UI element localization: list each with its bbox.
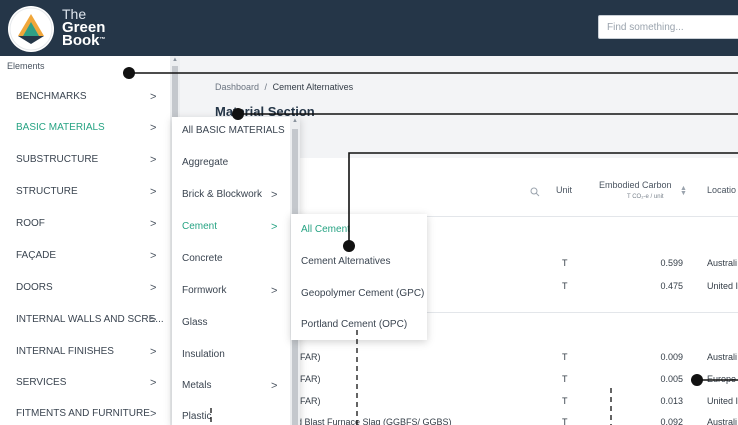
- sidebar-item-label: ROOF: [16, 218, 45, 229]
- sidebar-item-substructure[interactable]: SUBSTRUCTURE >: [0, 144, 170, 176]
- search-icon[interactable]: [530, 184, 540, 197]
- sidebar-item-benchmarks[interactable]: BENCHMARKS >: [0, 81, 170, 113]
- chevron-right-icon: >: [150, 218, 157, 230]
- sidebar-item-label: FAÇADE: [16, 250, 57, 261]
- row-unit: T: [562, 258, 568, 268]
- chevron-right-icon: >: [150, 154, 157, 166]
- cement-submenu: All Cement Cement Alternatives Geopolyme…: [291, 214, 427, 340]
- row-location: Australi: [707, 258, 738, 268]
- chevron-right-icon: >: [271, 189, 278, 201]
- row-name: (FAR): [297, 396, 321, 406]
- submenu-item-formwork[interactable]: Formwork: [182, 285, 226, 296]
- submenu-item-insulation[interactable]: Insulation: [182, 349, 225, 360]
- top-bar: The Green Book™ Find something...: [0, 0, 738, 56]
- logo-line-3: Book™: [62, 32, 106, 49]
- logo-trademark: ™: [99, 37, 106, 43]
- basic-materials-submenu: All BASIC MATERIALS Aggregate Brick & Bl…: [172, 117, 300, 425]
- sidebar-item-label: INTERNAL WALLS AND SCRE...: [16, 314, 164, 325]
- row-unit: T: [562, 352, 568, 362]
- sidebar-item-internal-finishes[interactable]: INTERNAL FINISHES >: [0, 336, 170, 368]
- sidebar-item-internal-walls[interactable]: INTERNAL WALLS AND SCRE... >: [0, 304, 170, 336]
- sidebar-item-label: FITMENTS AND FURNITURE: [16, 408, 150, 419]
- row-value: 0.009: [660, 352, 683, 362]
- row-value: 0.013: [660, 396, 683, 406]
- chevron-right-icon: >: [150, 408, 157, 420]
- sidebar-item-label: BENCHMARKS: [16, 91, 87, 102]
- chevron-right-icon: >: [150, 282, 157, 294]
- breadcrumb-separator: /: [264, 82, 268, 92]
- scroll-up-icon[interactable]: ▲: [172, 57, 178, 63]
- sidebar-item-roof[interactable]: ROOF >: [0, 208, 170, 240]
- submenu-item-all[interactable]: All BASIC MATERIALS: [182, 125, 285, 136]
- row-name: (FAR): [297, 352, 321, 362]
- row-location: Europe: [707, 374, 737, 384]
- logo-line-3-text: Book: [62, 32, 100, 49]
- search-input[interactable]: Find something...: [598, 15, 738, 39]
- breadcrumb-current: Cement Alternatives: [272, 82, 354, 92]
- chevron-right-icon: >: [150, 314, 157, 326]
- column-header-unit[interactable]: Unit: [556, 185, 572, 195]
- cement-item-portland[interactable]: Portland Cement (OPC): [301, 319, 407, 330]
- sidebar-item-label: SERVICES: [16, 377, 67, 388]
- sidebar-item-label: BASIC MATERIALS: [16, 122, 105, 133]
- chevron-right-icon: >: [271, 285, 278, 297]
- column-header-embodied-carbon[interactable]: Embodied Carbon: [599, 180, 672, 190]
- chevron-right-icon: >: [150, 346, 157, 358]
- row-name: (FAR): [297, 374, 321, 384]
- submenu-item-plastic[interactable]: Plastic: [182, 411, 211, 422]
- chevron-right-icon: >: [150, 250, 157, 262]
- column-header-location[interactable]: Locatio: [707, 185, 736, 195]
- chevron-right-icon: >: [150, 377, 157, 389]
- chevron-right-icon: >: [150, 186, 157, 198]
- chevron-right-icon: >: [271, 221, 278, 233]
- sidebar-item-label: SUBSTRUCTURE: [16, 154, 99, 165]
- row-name: d Blast Furnace Slag (GGBFS/ GGBS): [297, 417, 452, 425]
- row-unit: T: [562, 417, 568, 425]
- sidebar-heading: Elements: [7, 61, 45, 71]
- chevron-right-icon: >: [150, 91, 157, 103]
- sidebar-item-structure[interactable]: STRUCTURE >: [0, 176, 170, 208]
- row-value: 0.475: [660, 281, 683, 291]
- cement-item-all[interactable]: All Cement: [301, 224, 350, 235]
- row-location: United I: [707, 396, 738, 406]
- row-unit: T: [562, 281, 568, 291]
- sidebar-item-basic-materials[interactable]: BASIC MATERIALS >: [0, 112, 170, 144]
- submenu-item-aggregate[interactable]: Aggregate: [182, 157, 228, 168]
- sidebar-item-doors[interactable]: DOORS >: [0, 272, 170, 304]
- row-location: United I: [707, 281, 738, 291]
- cement-item-geopolymer[interactable]: Geopolymer Cement (GPC): [301, 288, 424, 299]
- sidebar: Elements BENCHMARKS > BASIC MATERIALS > SU…: [0, 56, 180, 425]
- sidebar-item-services[interactable]: SERVICES >: [0, 367, 170, 399]
- sidebar-item-label: DOORS: [16, 282, 53, 293]
- sidebar-item-facade[interactable]: FAÇADE >: [0, 240, 170, 272]
- submenu-item-concrete[interactable]: Concrete: [182, 253, 223, 264]
- breadcrumb-home[interactable]: Dashboard: [215, 82, 259, 92]
- chevron-right-icon: >: [271, 380, 278, 392]
- row-value: 0.599: [660, 258, 683, 268]
- chevron-right-icon: >: [150, 122, 157, 134]
- column-header-embodied-unit: T CO₂-e / unit: [627, 194, 664, 200]
- logo-mark: [8, 6, 54, 52]
- sort-icon[interactable]: ▲ ▼: [680, 185, 687, 197]
- logo-text: The Green Book™: [62, 7, 106, 49]
- logo[interactable]: The Green Book™: [8, 6, 128, 52]
- submenu-item-brick[interactable]: Brick & Blockwork: [182, 189, 262, 200]
- submenu-item-metals[interactable]: Metals: [182, 380, 211, 391]
- cement-item-alternatives[interactable]: Cement Alternatives: [301, 256, 391, 267]
- sidebar-item-label: STRUCTURE: [16, 186, 78, 197]
- submenu-item-cement[interactable]: Cement: [182, 221, 217, 232]
- sidebar-item-label: INTERNAL FINISHES: [16, 346, 114, 357]
- row-unit: T: [562, 396, 568, 406]
- row-value: 0.092: [660, 417, 683, 425]
- submenu-item-glass[interactable]: Glass: [182, 317, 208, 328]
- scroll-up-icon[interactable]: ▲: [292, 118, 298, 124]
- sidebar-item-fitments[interactable]: FITMENTS AND FURNITURE >: [0, 398, 170, 425]
- row-unit: T: [562, 374, 568, 384]
- breadcrumb: Dashboard / Cement Alternatives: [215, 82, 353, 92]
- row-value: 0.005: [660, 374, 683, 384]
- row-location: Australi: [707, 417, 738, 425]
- row-location: Australi: [707, 352, 738, 362]
